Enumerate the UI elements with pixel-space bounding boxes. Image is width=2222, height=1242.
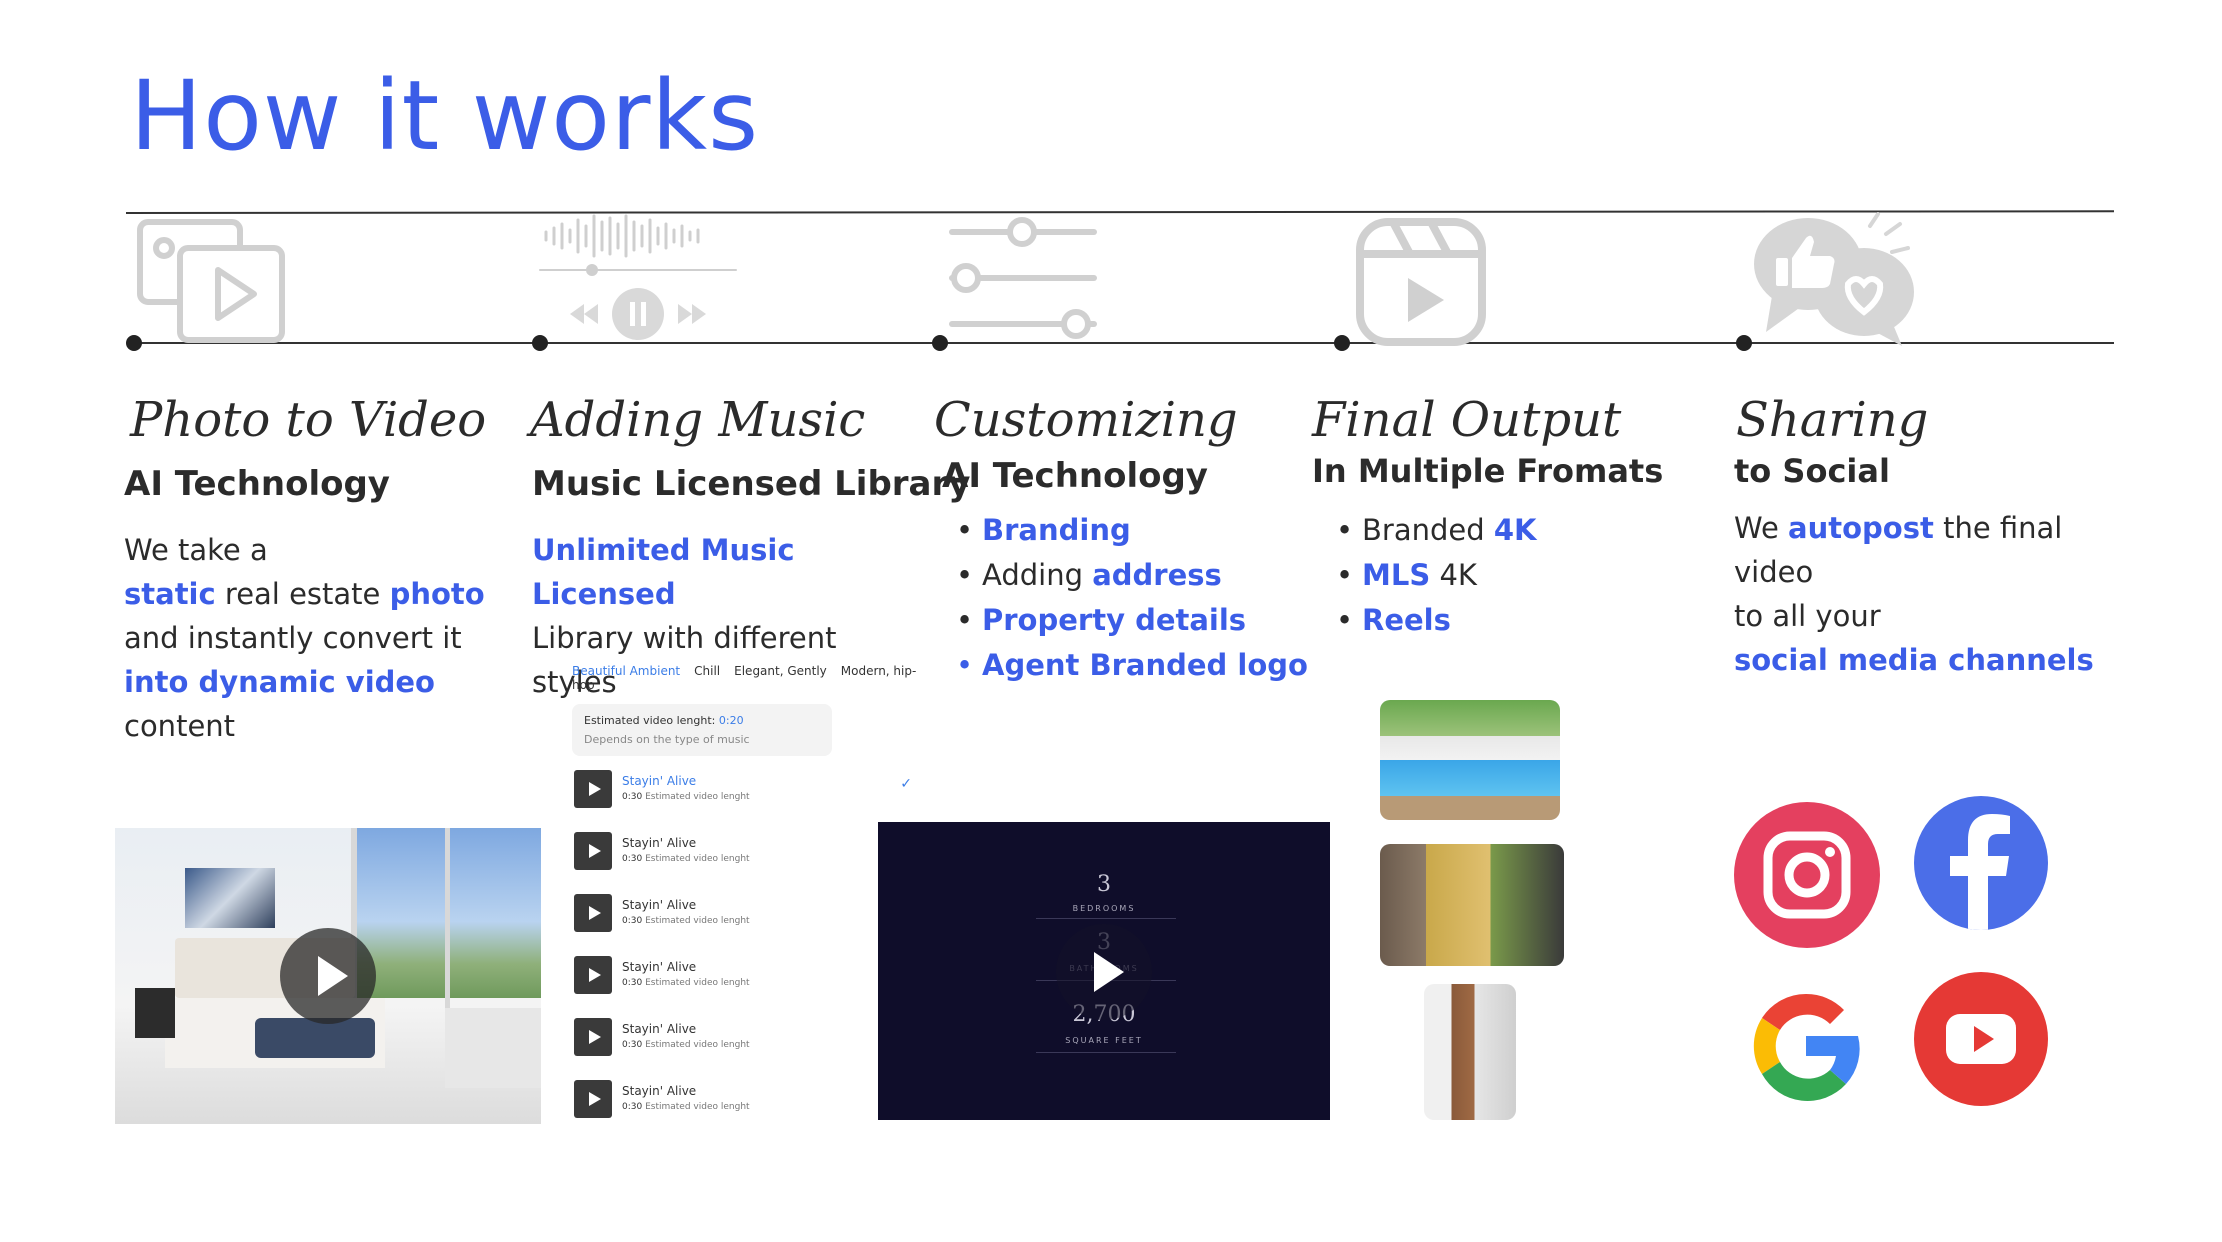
list-item: Branded 4K: [1336, 508, 1537, 553]
step-subtitle: AI Technology: [124, 464, 390, 504]
customizing-list: Branding Adding address Property details…: [956, 508, 1308, 688]
step-subtitle: In Multiple Fromats: [1312, 452, 1664, 490]
selected-check-icon: ✓: [900, 776, 912, 792]
list-item: Property details: [956, 598, 1308, 643]
desc-line: social media channels: [1734, 643, 2094, 677]
estimated-length-box: Estimated video lenght: 0:20 Depends on …: [572, 704, 832, 756]
output-photo-stairs[interactable]: [1424, 984, 1516, 1120]
list-item: Reels: [1336, 598, 1537, 643]
music-selector-panel: Beautiful Ambient Chill Elegant, Gently Mod…: [572, 664, 922, 1124]
track-play-icon[interactable]: [574, 894, 612, 932]
step-description: We autopost the final video to all your …: [1734, 506, 2134, 682]
social-chat-icon: [1754, 212, 1914, 346]
blanket: [255, 1018, 375, 1058]
track-play-icon[interactable]: [574, 770, 612, 808]
track-play-icon[interactable]: [574, 832, 612, 870]
music-style-tabs: Beautiful Ambient Chill Elegant, Gently Mod…: [572, 664, 922, 692]
track-play-icon[interactable]: [574, 956, 612, 994]
square-feet-label: SQUARE FEET: [1065, 1036, 1143, 1045]
music-track[interactable]: Stayin' Alive 0:30 Estimated video lengh…: [572, 1072, 922, 1134]
timeline-dot: [1736, 335, 1752, 351]
window-frame: [445, 828, 450, 1018]
music-track[interactable]: Stayin' Alive 0:30 Estimated video lengh…: [572, 762, 922, 824]
music-track[interactable]: Stayin' Alive 0:30 Estimated video lengh…: [572, 886, 922, 948]
play-button[interactable]: [1056, 924, 1152, 1020]
desc-line: We take a: [124, 533, 268, 567]
reel-play-icon: [1356, 218, 1486, 346]
nightstand: [135, 988, 175, 1038]
music-track[interactable]: Stayin' Alive 0:30 Estimated video lengh…: [572, 1010, 922, 1072]
armchair: [445, 1008, 541, 1088]
list-item: Agent Branded logo: [956, 643, 1308, 688]
step-title-photo-to-video: Photo to Video: [130, 392, 487, 448]
music-player-icon: [539, 214, 737, 340]
bedroom-video-preview[interactable]: [115, 828, 541, 1124]
step-subtitle: AI Technology: [942, 456, 1208, 496]
output-photo-deck[interactable]: [1380, 844, 1564, 966]
desc-line: Unlimited Music Licensed: [532, 533, 795, 611]
tab-chill[interactable]: Chill: [694, 664, 720, 678]
wall-art: [185, 868, 275, 928]
track-play-icon[interactable]: [574, 1080, 612, 1118]
photo-video-icon: [137, 219, 285, 343]
desc-line: to all your: [1734, 599, 1881, 633]
tab-elegant-gently[interactable]: Elegant, Gently: [734, 664, 827, 678]
facebook-icon[interactable]: [1914, 796, 2048, 930]
music-track[interactable]: Stayin' Alive 0:30 Estimated video lengh…: [572, 824, 922, 886]
step-subtitle: to Social: [1734, 452, 1890, 490]
music-track[interactable]: Stayin' Alive 0:30 Estimated video lengh…: [572, 948, 922, 1010]
desc-line: into dynamic video content: [124, 665, 435, 743]
instagram-icon[interactable]: [1734, 802, 1880, 948]
output-photo-pool-house[interactable]: [1380, 700, 1560, 820]
step-title-sharing: Sharing: [1736, 392, 1929, 448]
page-title: How it works: [130, 60, 760, 172]
desc-line: We autopost the final video: [1734, 511, 2063, 589]
desc-line: static real estate photo: [124, 577, 485, 611]
step-title-adding-music: Adding Music: [530, 392, 866, 448]
tab-beautiful-ambient[interactable]: Beautiful Ambient: [572, 664, 680, 678]
sliders-icon: [949, 217, 1097, 339]
track-play-icon[interactable]: [574, 1018, 612, 1056]
google-icon[interactable]: [1740, 980, 1872, 1112]
step-title-customizing: Customizing: [934, 392, 1238, 448]
timeline-dot: [1334, 335, 1350, 351]
step-description: We take a static real estate photo and i…: [124, 528, 544, 748]
bedrooms-label: BEDROOMS: [1072, 904, 1136, 913]
play-button[interactable]: [280, 928, 376, 1024]
timeline-dot: [932, 335, 948, 351]
list-item: MLS 4K: [1336, 553, 1537, 598]
bedrooms-count: 3: [1097, 872, 1111, 897]
step-title-final-output: Final Output: [1312, 392, 1622, 448]
youtube-icon[interactable]: [1914, 972, 2048, 1106]
list-item: Branding: [956, 508, 1308, 553]
desc-line: and instantly convert it: [124, 621, 462, 655]
step-subtitle: Music Licensed Library: [532, 464, 971, 504]
list-item: Adding address: [956, 553, 1308, 598]
property-details-video[interactable]: 3 BEDROOMS 3 BATHROOMS 2,700 SQUARE FEET: [878, 822, 1330, 1120]
output-format-list: Branded 4K MLS 4K Reels: [1336, 508, 1537, 643]
